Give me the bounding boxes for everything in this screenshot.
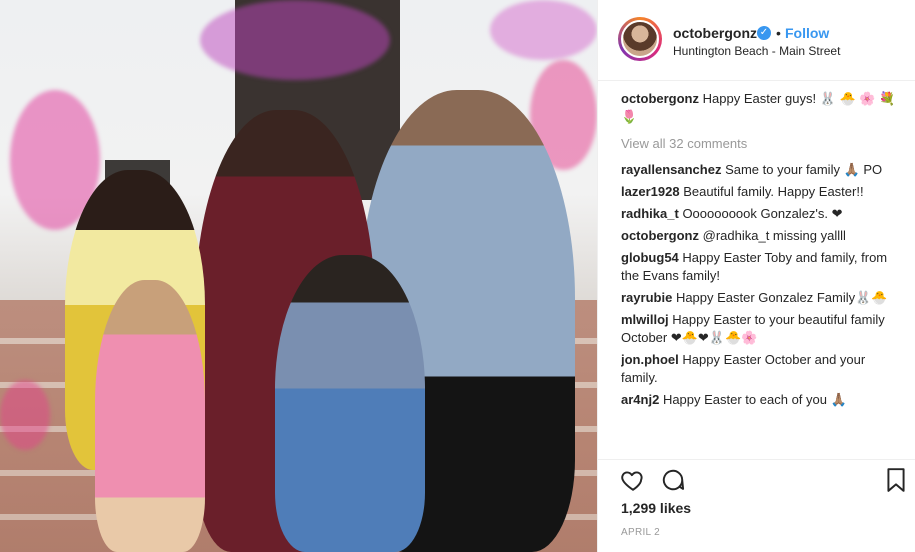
comment-text: Same to your family 🙏🏽 PO (725, 162, 883, 177)
comment-item: jon.phoel Happy Easter October and your … (621, 351, 896, 387)
comment-item: globug54 Happy Easter Toby and family, f… (621, 249, 896, 285)
avatar-image (621, 20, 659, 58)
caption: octobergonz Happy Easter guys! 🐰 🐣 🌸 💐 🌷 (621, 90, 896, 126)
photo-person (95, 280, 205, 552)
follow-button[interactable]: Follow (785, 25, 829, 41)
comments-list[interactable]: octobergonz Happy Easter guys! 🐰 🐣 🌸 💐 🌷… (621, 90, 896, 457)
likes-count[interactable]: 1,299 likes (621, 500, 691, 516)
comment-item: mlwilloj Happy Easter to your beautiful … (621, 311, 896, 347)
comment-username[interactable]: lazer1928 (621, 184, 680, 199)
comment-item: ar4nj2 Happy Easter to each of you 🙏🏽 (621, 391, 896, 409)
photo-splash (200, 0, 390, 80)
comment-item: radhika_t Oooooooook Gonzalez's. ❤ (621, 205, 896, 223)
comment-text: Oooooooook Gonzalez's. ❤ (682, 206, 843, 221)
post-header: octobergonz ✓ • Follow Huntington Beach … (598, 0, 915, 81)
verified-badge-icon: ✓ (757, 26, 771, 40)
heart-icon[interactable] (620, 467, 646, 498)
comment-item: rayrubie Happy Easter Gonzalez Family🐰🐣 (621, 289, 896, 307)
comment-text: Beautiful family. Happy Easter!! (683, 184, 864, 199)
comment-username[interactable]: jon.phoel (621, 352, 679, 367)
comment-username[interactable]: mlwilloj (621, 312, 669, 327)
photo-splash (0, 380, 50, 450)
post-sidebar: octobergonz ✓ • Follow Huntington Beach … (597, 0, 915, 552)
comment-item: lazer1928 Beautiful family. Happy Easter… (621, 183, 896, 201)
photo-person (275, 255, 425, 552)
separator-dot: • (776, 25, 781, 41)
comment-bubble-icon[interactable] (660, 467, 686, 498)
post-location[interactable]: Huntington Beach - Main Street (673, 44, 840, 58)
comment-item: rayallensanchez Same to your family 🙏🏽 P… (621, 161, 896, 179)
comment-text: @radhika_t missing yallll (702, 228, 846, 243)
comment-username[interactable]: rayrubie (621, 290, 672, 305)
view-all-comments-link[interactable]: View all 32 comments (621, 135, 896, 153)
comment-text: Happy Easter to each of you 🙏🏽 (662, 392, 847, 407)
bookmark-icon[interactable] (884, 467, 908, 498)
comment-username[interactable]: ar4nj2 (621, 392, 659, 407)
post-username[interactable]: octobergonz (673, 25, 757, 41)
post-photo[interactable] (0, 0, 597, 552)
avatar[interactable] (618, 17, 662, 61)
comment-item: octobergonz @radhika_t missing yallll (621, 227, 896, 245)
photo-splash (490, 0, 597, 60)
divider (598, 459, 915, 460)
comment-text: Happy Easter Gonzalez Family🐰🐣 (675, 290, 888, 305)
comment-username[interactable]: globug54 (621, 250, 679, 265)
post-date: APRIL 2 (621, 527, 660, 538)
comment-username[interactable]: rayallensanchez (621, 162, 721, 177)
comment-username[interactable]: radhika_t (621, 206, 679, 221)
comment-username[interactable]: octobergonz (621, 228, 699, 243)
caption-username[interactable]: octobergonz (621, 91, 699, 106)
